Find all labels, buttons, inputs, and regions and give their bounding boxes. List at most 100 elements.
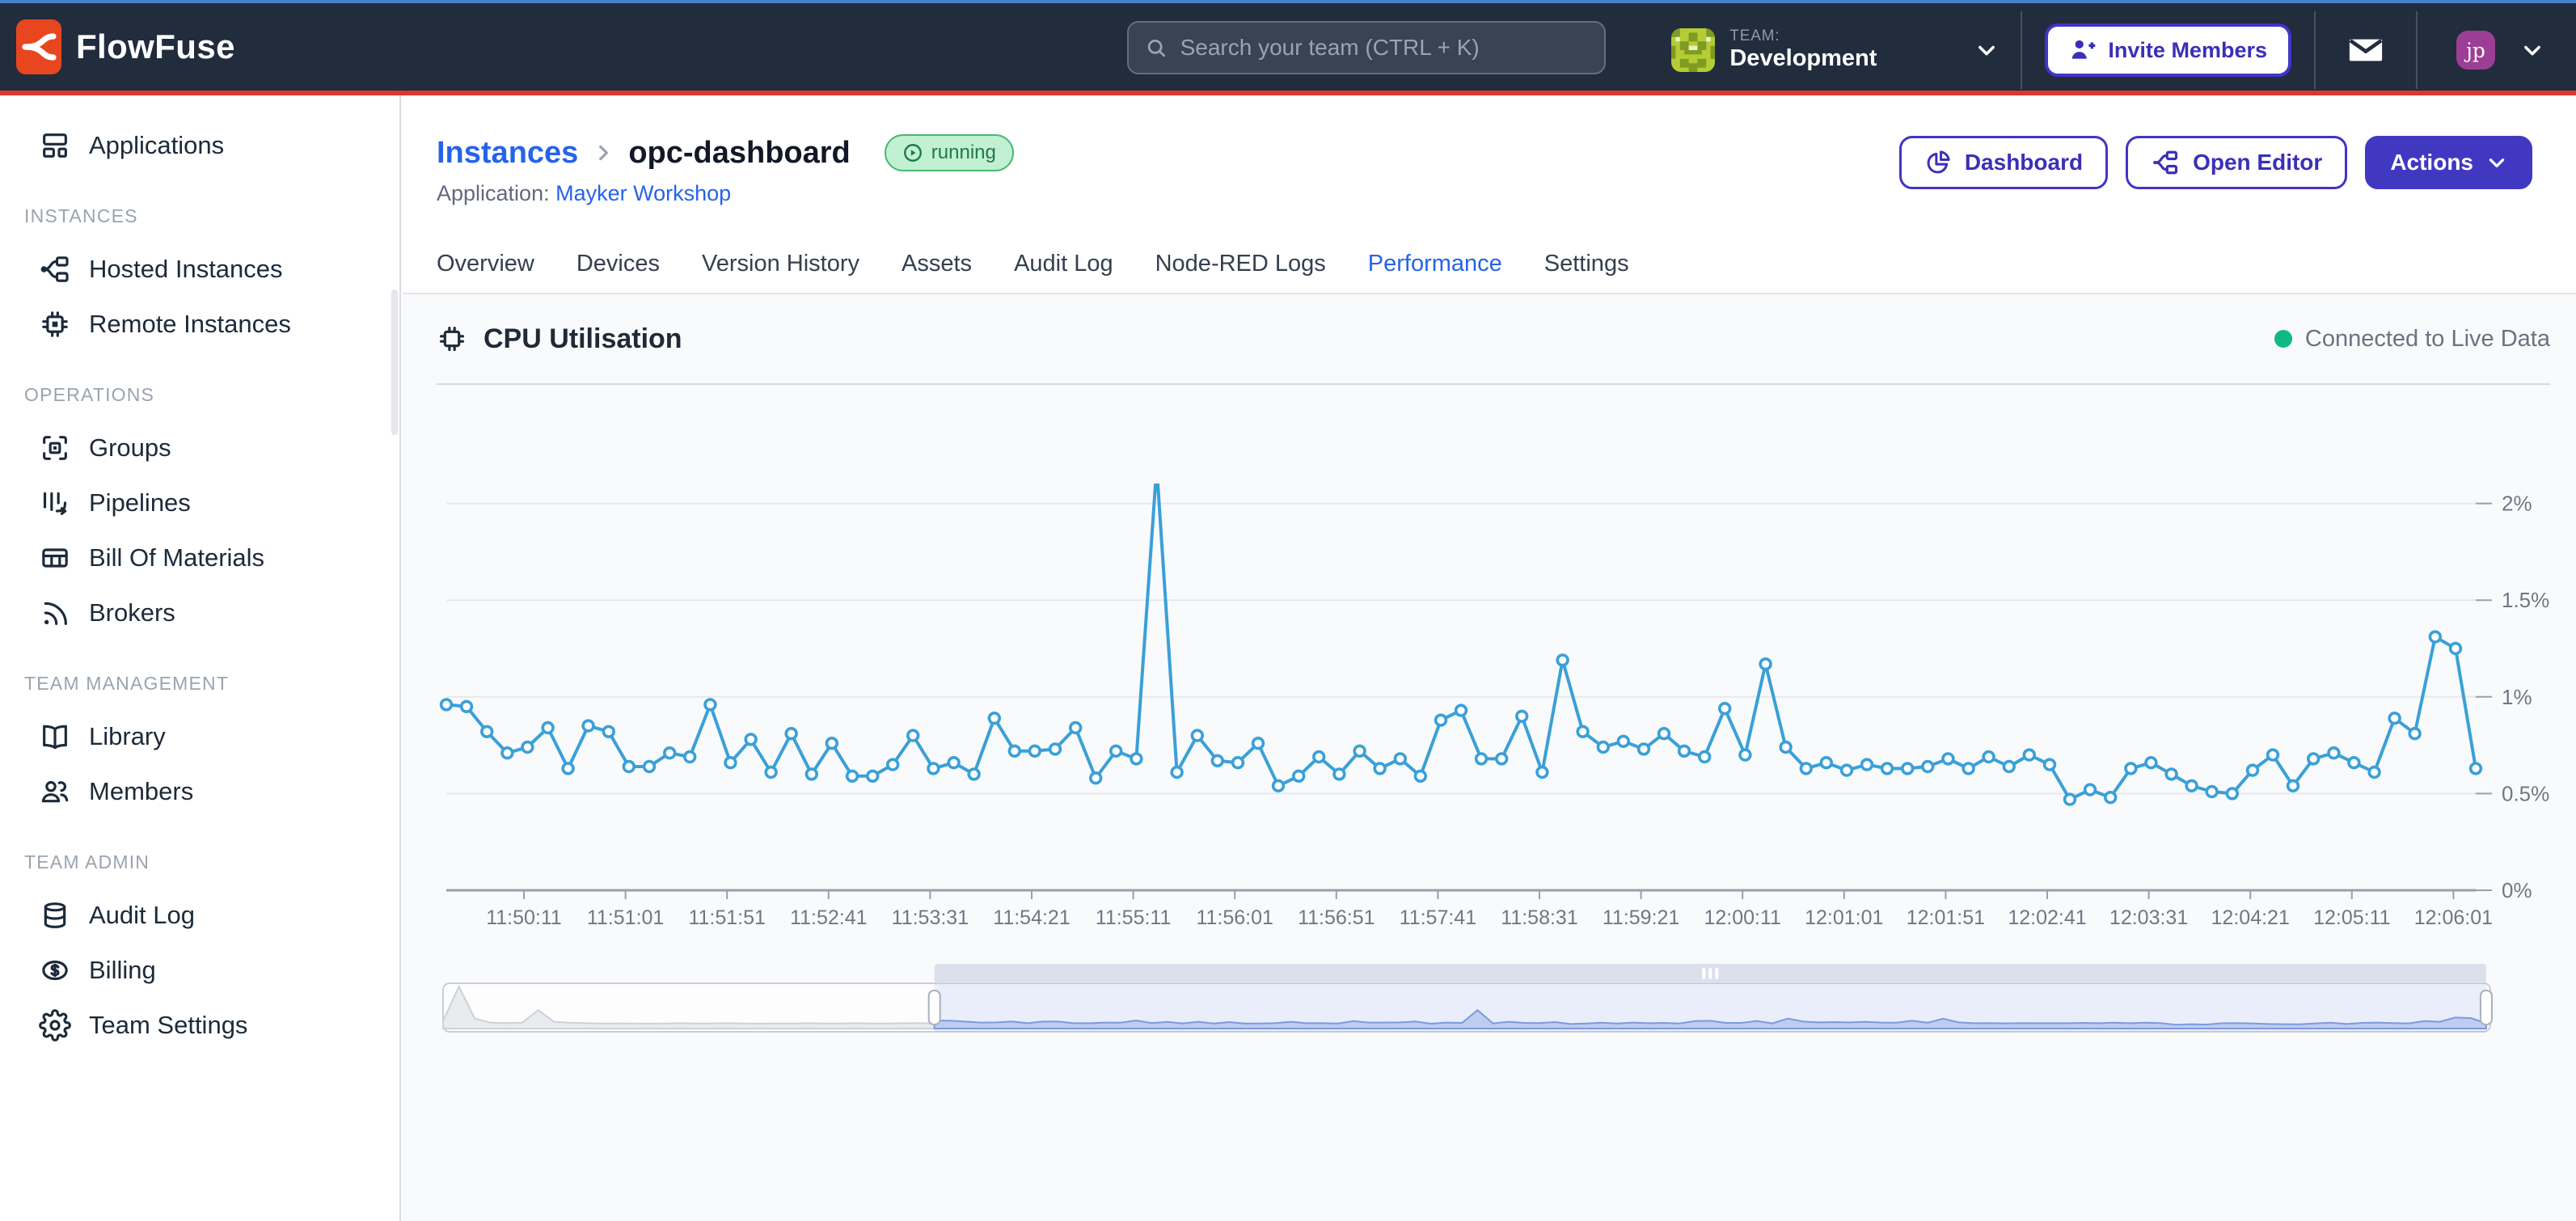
data-point — [1192, 730, 1202, 741]
data-point — [1497, 754, 1507, 764]
sidebar-item-brokers[interactable]: Brokers — [0, 585, 399, 640]
main-content: Instances opc-dashboard running Applicat… — [403, 95, 2576, 1221]
y-axis-label: 1% — [2502, 685, 2532, 709]
top-navbar: FlowFuse TEAM: Development — [0, 0, 2576, 95]
instance-name: opc-dashboard — [628, 136, 850, 171]
data-point — [705, 699, 716, 710]
data-point — [969, 769, 979, 779]
brush-grip-icon[interactable] — [1715, 968, 1718, 979]
application-link[interactable]: Mayker Workshop — [555, 181, 731, 205]
flow-icon — [2151, 148, 2180, 177]
team-search[interactable] — [1127, 21, 1606, 74]
data-point — [502, 748, 513, 758]
flowfuse-logo-icon — [16, 19, 61, 74]
sidebar-item-audit-log[interactable]: Audit Log — [0, 888, 399, 943]
data-point — [2065, 794, 2076, 805]
data-point — [2308, 754, 2319, 764]
data-point — [1943, 754, 1953, 764]
sidebar-item-library[interactable]: Library — [0, 709, 399, 764]
sidebar-item-team-settings[interactable]: Team Settings — [0, 998, 399, 1053]
x-axis-label: 11:58:31 — [1501, 906, 1577, 929]
team-switcher[interactable]: TEAM: Development — [1649, 6, 2021, 94]
data-point — [1740, 750, 1750, 760]
tab-node-red-logs[interactable]: Node-RED Logs — [1155, 251, 1326, 293]
data-point — [1700, 752, 1710, 763]
x-axis-label: 11:53:31 — [892, 906, 969, 929]
data-point — [2409, 729, 2420, 739]
data-point — [928, 763, 939, 774]
open-editor-button[interactable]: Open Editor — [2126, 136, 2347, 189]
data-point — [1842, 765, 1852, 775]
sidebar-item-pipelines[interactable]: Pipelines — [0, 475, 399, 530]
live-status-label: Connected to Live Data — [2305, 326, 2550, 353]
sidebar-item-remote-instances[interactable]: Remote Instances — [0, 297, 399, 352]
brand-logo[interactable]: FlowFuse — [0, 19, 401, 74]
brush-grip-icon[interactable] — [1702, 968, 1705, 979]
data-point — [1071, 723, 1081, 733]
data-point — [2024, 750, 2034, 760]
flowfuse-app: FlowFuse TEAM: Development — [0, 0, 2576, 1221]
bom-icon — [39, 542, 71, 574]
sidebar-item-hosted-instances[interactable]: Hosted Instances — [0, 242, 399, 297]
data-point — [441, 699, 452, 710]
data-point — [1395, 754, 1405, 764]
data-point — [1902, 763, 1913, 774]
tab-version-history[interactable]: Version History — [702, 251, 859, 293]
data-point — [1882, 763, 1893, 774]
applications-icon — [39, 129, 71, 162]
data-point — [1253, 738, 1264, 749]
data-point — [1577, 726, 1588, 737]
chevron-right-icon — [593, 142, 614, 163]
invite-members-button[interactable]: Invite Members — [2045, 23, 2291, 77]
tab-assets[interactable]: Assets — [902, 251, 972, 293]
sidebar-scrollbar[interactable] — [391, 289, 398, 435]
data-point — [1111, 746, 1121, 756]
actions-button[interactable]: Actions — [2365, 136, 2532, 189]
tab-settings[interactable]: Settings — [1544, 251, 1629, 293]
data-point — [1679, 746, 1690, 756]
brush-handle-right[interactable] — [2481, 991, 2492, 1025]
sidebar-item-bill-of-materials[interactable]: Bill Of Materials — [0, 530, 399, 585]
tab-audit-log[interactable]: Audit Log — [1014, 251, 1113, 293]
tab-devices[interactable]: Devices — [576, 251, 660, 293]
data-point — [1375, 763, 1385, 774]
data-point — [603, 726, 614, 737]
sidebar-item-label: Brokers — [89, 598, 175, 627]
pie-chart-icon — [1924, 149, 1952, 176]
data-point — [1780, 742, 1791, 753]
sidebar-section-team-management: TEAM MANAGEMENT — [24, 673, 399, 695]
data-point — [1821, 758, 1831, 768]
x-axis-label: 11:50:11 — [486, 906, 562, 929]
data-point — [1963, 763, 1974, 774]
sidebar-item-members[interactable]: Members — [0, 764, 399, 819]
dashboard-button[interactable]: Dashboard — [1899, 136, 2108, 189]
sidebar-item-label: Remote Instances — [89, 310, 291, 339]
sidebar-item-billing[interactable]: Billing — [0, 943, 399, 998]
tab-overview[interactable]: Overview — [437, 251, 534, 293]
data-point — [2105, 792, 2116, 803]
data-point — [1557, 655, 1568, 665]
user-menu[interactable]: jp — [2418, 31, 2576, 70]
status-badge: running — [885, 134, 1014, 171]
data-point — [868, 771, 878, 781]
notifications-button[interactable] — [2316, 32, 2416, 69]
hosted-icon — [39, 253, 71, 285]
divider — [2021, 11, 2022, 89]
tab-performance[interactable]: Performance — [1368, 251, 1502, 293]
sidebar-item-groups[interactable]: Groups — [0, 420, 399, 475]
data-point — [482, 726, 492, 737]
data-point — [1273, 780, 1284, 791]
breadcrumb-instances-link[interactable]: Instances — [437, 136, 578, 171]
actions-label: Actions — [2390, 150, 2473, 175]
search-input[interactable] — [1180, 35, 1588, 61]
brush-handle-left[interactable] — [929, 991, 940, 1025]
data-point — [522, 742, 533, 753]
user-plus-icon — [2069, 36, 2097, 64]
sidebar-item-applications[interactable]: Applications — [0, 118, 399, 173]
brush-selection[interactable] — [935, 983, 2486, 1032]
team-label: TEAM: — [1729, 27, 1877, 45]
sidebar-item-label: Audit Log — [89, 901, 195, 930]
sidebar-item-label: Billing — [89, 956, 156, 985]
mail-icon — [2347, 32, 2384, 69]
brush-grip-icon[interactable] — [1708, 968, 1712, 979]
